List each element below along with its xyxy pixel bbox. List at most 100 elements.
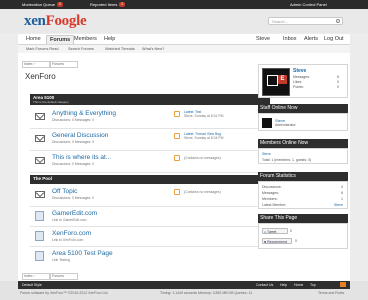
rss-icon[interactable] <box>340 282 346 287</box>
home-link[interactable]: Home <box>294 283 303 287</box>
last-post-icon <box>174 111 180 117</box>
link-forum-row[interactable]: Area 5100 Test Page Link Testing <box>30 246 270 266</box>
forum-icon <box>35 113 45 120</box>
visitor-points-label: Points: <box>293 85 304 89</box>
link-forum-icon <box>35 251 44 261</box>
subnav-whats-new[interactable]: What's New? <box>142 47 164 51</box>
subnav-search-forums[interactable]: Search Forums <box>68 47 94 51</box>
visitor-likes-label: Likes: <box>293 80 303 84</box>
help-link[interactable]: Help <box>280 283 287 287</box>
style-chooser[interactable]: Default Style <box>22 283 42 287</box>
members-online-totals: Total: 1 (members: 1, guests: 0) <box>262 158 312 162</box>
visitor-name[interactable]: Steve <box>293 68 306 74</box>
forum-icon <box>35 135 45 142</box>
visitor-panel: E Steve Messages: 6 Likes: 0 Points: 0 <box>258 64 348 98</box>
link-forum-description: Link Testing <box>52 258 70 262</box>
recommend-button[interactable]: ■ Recommend <box>262 238 292 244</box>
last-post: (Contains no messages) <box>184 190 221 194</box>
avatar[interactable]: E <box>262 68 290 96</box>
forum-title[interactable]: General Discussion <box>52 132 108 139</box>
search-icon[interactable] <box>336 19 340 23</box>
breadcrumb-forums-bottom-label[interactable]: Forums <box>52 274 64 278</box>
members-online-heading: Members Online Now <box>258 139 348 148</box>
site-logo[interactable]: xenFoogle <box>24 13 87 30</box>
members-online-name[interactable]: Steve <box>262 152 271 156</box>
staff-avatar[interactable] <box>262 118 272 128</box>
breadcrumb-index-bottom[interactable]: Index <box>24 274 33 278</box>
link-forum-description: Link to GamerEdit.com <box>52 218 87 222</box>
search-input[interactable]: Search... <box>268 17 343 25</box>
last-post-icon <box>174 155 180 161</box>
forum-row[interactable]: General Discussion Discussions: 0 Messag… <box>30 128 270 151</box>
visitor-messages-label: Messages: <box>293 75 310 79</box>
last-post: Latest: Thread View Bug Steve, Sunday at… <box>184 132 223 141</box>
admin-control-panel-link[interactable]: Admin Control Panel <box>290 2 327 7</box>
visitor-likes-value: 0 <box>337 80 339 84</box>
link-forum-icon <box>35 211 44 221</box>
forum-stats: Discussions: 0 Messages: 0 <box>52 140 95 144</box>
forum-row[interactable]: Anything & Everything Discussions: 0 Mes… <box>30 106 270 129</box>
forum-title[interactable]: This is where its at... <box>52 154 111 161</box>
tab-members[interactable]: Members <box>74 36 97 42</box>
link-forum-title[interactable]: Area 5100 Test Page <box>52 250 113 257</box>
stat-discussions-label: Discussions: <box>262 185 282 189</box>
category-header[interactable]: The Pool <box>30 175 270 184</box>
twitter-icon: ● <box>264 230 267 234</box>
reported-items-link[interactable]: Reported Items 0 <box>90 2 126 7</box>
breadcrumb-forums-top[interactable]: Forums <box>50 61 78 68</box>
subnav-mark-forums-read[interactable]: Mark Forums Read <box>26 47 59 51</box>
reported-items-count: 0 <box>119 2 126 7</box>
copyright: Forum software by XenForo™ ©2010-2012 Xe… <box>20 291 109 295</box>
category-name[interactable]: The Pool <box>33 176 52 181</box>
reported-items-label: Reported Items <box>90 2 118 7</box>
stat-members-label: Members: <box>262 197 278 201</box>
footer: Default Style Contact Us Help Home Top F… <box>0 281 368 300</box>
breadcrumb-index[interactable]: Index <box>24 62 33 66</box>
tab-help[interactable]: Help <box>104 36 115 42</box>
forum-stats: Discussions: 0 Messages: 0 <box>52 118 95 122</box>
link-forum-row[interactable]: XenForo.com Link to XenForo.com <box>30 226 270 247</box>
tweet-count: 0 <box>290 229 292 233</box>
last-post-empty: (Contains no messages) <box>184 190 221 194</box>
share-page-heading: Share This Page <box>258 214 348 223</box>
forum-title[interactable]: Off Topic <box>52 188 77 195</box>
terms-link[interactable]: Terms and Rules <box>318 291 344 295</box>
tweet-button[interactable]: ● Tweet <box>262 228 288 234</box>
top-bar: Moderation Queue 0 Reported Items 0 Admi… <box>0 0 368 9</box>
link-forum-description: Link to XenForo.com <box>52 238 84 242</box>
admin-control-panel-label: Admin Control Panel <box>290 2 327 7</box>
forum-icon <box>35 191 45 198</box>
breadcrumb-top[interactable]: Index › <box>22 61 50 68</box>
category-header[interactable]: Area 5100 This is the default category <box>30 94 270 105</box>
alerts-link[interactable]: Alerts <box>304 36 318 42</box>
tab-forums[interactable]: Forums <box>46 35 75 44</box>
visitor-points-value: 0 <box>337 85 339 89</box>
tab-home[interactable]: Home <box>26 36 41 42</box>
stat-members-value: 1 <box>341 197 343 201</box>
contact-link[interactable]: Contact Us <box>256 283 273 287</box>
forum-title[interactable]: Anything & Everything <box>52 110 116 117</box>
subnav-watched-threads[interactable]: Watched Threads <box>105 47 135 51</box>
link-forum-row[interactable]: GamerEdit.com Link to GamerEdit.com <box>30 206 270 227</box>
breadcrumb-forums[interactable]: Forums <box>52 62 64 66</box>
breadcrumb-bottom[interactable]: Index › <box>22 273 50 280</box>
stat-latest-member-value[interactable]: Steve <box>334 203 343 207</box>
footer-bar: Default Style Contact Us Help Home Top <box>18 281 350 289</box>
forum-row[interactable]: This is where its at... Discussions: 0 M… <box>30 150 270 173</box>
logout-link[interactable]: Log Out <box>324 36 344 42</box>
stat-discussions-value: 4 <box>341 185 343 189</box>
facebook-icon: ■ <box>264 240 267 244</box>
members-online-panel: Steve Total: 1 (members: 1, guests: 0) <box>258 148 348 164</box>
link-forum-title[interactable]: GamerEdit.com <box>52 210 97 217</box>
top-link[interactable]: Top <box>310 283 316 287</box>
link-forum-title[interactable]: XenForo.com <box>52 230 91 237</box>
last-post-meta: Steve, Sunday at 8:31 PM <box>184 114 224 119</box>
forum-stats: Discussions: 0 Messages: 0 <box>52 196 95 200</box>
user-menu[interactable]: Steve <box>256 36 270 42</box>
inbox-link[interactable]: Inbox <box>283 36 296 42</box>
moderation-queue-count: 0 <box>57 2 64 7</box>
breadcrumb-forums-bottom[interactable]: Forums <box>50 273 78 280</box>
forum-row[interactable]: Off Topic Discussions: 0 Messages: 0 (Co… <box>30 184 270 207</box>
main-navigation: Home Forums Members Help Steve Inbox Ale… <box>18 34 350 45</box>
moderation-queue-link[interactable]: Moderation Queue 0 <box>22 2 64 7</box>
